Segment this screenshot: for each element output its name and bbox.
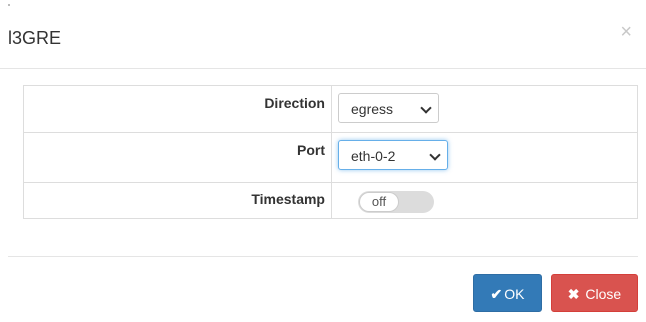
close-button[interactable]: ✖ Close xyxy=(551,274,638,312)
timestamp-label: Timestamp xyxy=(23,182,332,219)
ok-button[interactable]: ✔ OK xyxy=(473,274,542,312)
direction-value: egress xyxy=(351,101,394,117)
port-value: eth-0-2 xyxy=(351,148,396,164)
chevron-down-icon xyxy=(420,102,432,114)
close-label: Close xyxy=(585,286,622,302)
toggle-knob: off xyxy=(359,192,399,212)
modal-footer-divider xyxy=(8,256,638,257)
x-icon: ✖ xyxy=(567,286,580,302)
check-icon: ✔ xyxy=(490,286,503,302)
port-label: Port xyxy=(23,132,332,183)
direction-select[interactable]: egress xyxy=(338,93,439,123)
chevron-down-icon xyxy=(429,149,441,161)
port-row: Port eth-0-2 xyxy=(23,132,638,183)
direction-label: Direction xyxy=(23,85,332,133)
timestamp-row: Timestamp off xyxy=(23,182,638,219)
timestamp-toggle[interactable]: off xyxy=(358,191,434,213)
port-select[interactable]: eth-0-2 xyxy=(338,140,448,170)
ok-label: OK xyxy=(504,286,525,302)
modal-header: l3GRE × xyxy=(0,0,646,69)
direction-row: Direction egress xyxy=(23,85,638,133)
modal-title: l3GRE xyxy=(8,28,62,48)
settings-form: Direction egress Port eth-0-2 Timestamp … xyxy=(23,85,638,219)
close-icon[interactable]: × xyxy=(620,22,632,42)
